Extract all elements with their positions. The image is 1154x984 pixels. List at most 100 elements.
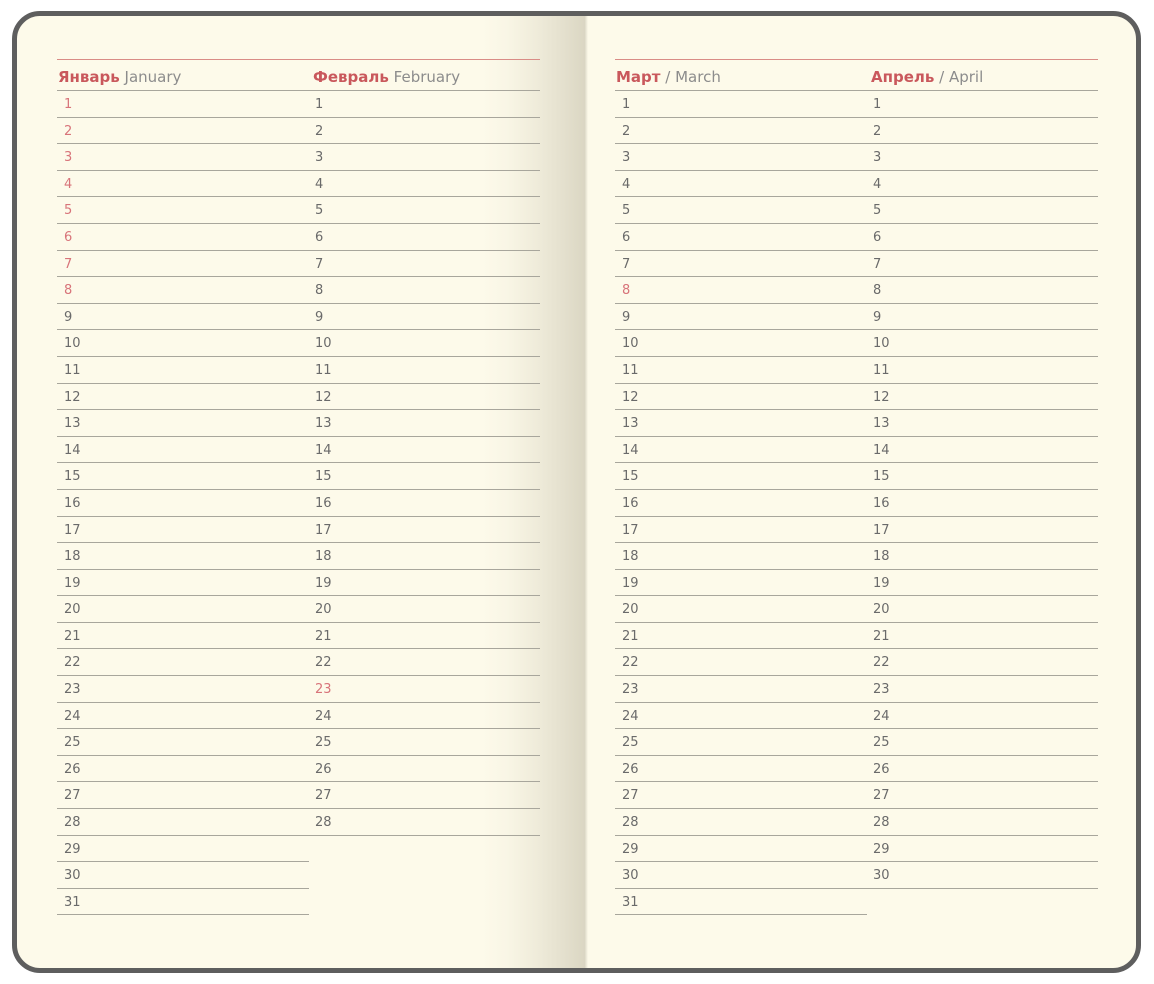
day-row: 9: [57, 304, 309, 331]
day-row: 31: [615, 889, 867, 916]
day-row: 7: [57, 251, 309, 278]
day-row: 26: [615, 756, 867, 783]
day-row: 26: [309, 756, 540, 783]
day-row: 18: [57, 543, 309, 570]
day-row: 19: [615, 570, 867, 597]
month-separator: /: [939, 68, 945, 86]
day-row: 17: [57, 517, 309, 544]
day-row: 14: [57, 437, 309, 464]
day-row: 5: [309, 197, 540, 224]
day-row: 13: [867, 410, 1098, 437]
day-row: 25: [615, 729, 867, 756]
day-row: 29: [57, 836, 309, 863]
day-row: 4: [309, 171, 540, 198]
day-row: 2: [57, 118, 309, 145]
day-list: 1 2 3 4 5 6 7 8 9 10 11 12 13 14 15 16 17 18 19 20 21 22 23 24 2…: [57, 91, 309, 916]
day-row: 11: [309, 357, 540, 384]
month-name-en: February: [393, 68, 461, 86]
left-page: Январь January 1 2 3 4 5 6 7 8 9 10 11 12 13 14 15 16 17…: [57, 16, 540, 968]
month-header: Апрель / April: [867, 60, 1098, 91]
day-row: 5: [867, 197, 1098, 224]
day-row: 2: [309, 118, 540, 145]
day-row: 28: [309, 809, 540, 836]
day-row: 10: [57, 330, 309, 357]
day-row: 7: [867, 251, 1098, 278]
day-row: 12: [615, 384, 867, 411]
day-row: 22: [57, 649, 309, 677]
day-row: 18: [867, 543, 1098, 570]
day-row: 29: [615, 836, 867, 863]
day-row: 11: [615, 357, 867, 384]
day-row: 25: [309, 729, 540, 756]
day-row: 23: [615, 676, 867, 703]
day-row: 10: [867, 330, 1098, 357]
day-row: 17: [309, 517, 540, 544]
day-row: 23: [309, 676, 540, 703]
day-row: 1: [615, 91, 867, 118]
month-header: Февраль February: [309, 60, 540, 91]
day-row: 29: [867, 836, 1098, 863]
day-row: 24: [615, 703, 867, 730]
month-column-february: Февраль February 1 2 3 4 5 6 7 8 9 10 11 12 13 14 15 16…: [309, 60, 540, 836]
month-name-ru: Апрель: [871, 68, 935, 86]
day-row: 17: [867, 517, 1098, 544]
day-list: 1 2 3 4 5 6 7 8 9 10 11 12 13 14 15 16 17 18 19 20 21 22 23 24 2…: [867, 91, 1098, 889]
day-row: 16: [615, 490, 867, 517]
day-row: 25: [57, 729, 309, 756]
day-row: 6: [309, 224, 540, 251]
day-row: 12: [867, 384, 1098, 411]
day-row: 3: [57, 144, 309, 171]
day-row: 26: [867, 756, 1098, 783]
day-row: 18: [615, 543, 867, 570]
day-row: 14: [615, 437, 867, 464]
day-row: 21: [57, 623, 309, 650]
day-row: 20: [309, 596, 540, 623]
month-column-january: Январь January 1 2 3 4 5 6 7 8 9 10 11 12 13 14 15 16 17…: [57, 60, 309, 916]
day-row: 23: [867, 676, 1098, 703]
day-row: 21: [309, 623, 540, 650]
day-row: 3: [867, 144, 1098, 171]
day-row: 31: [57, 889, 309, 916]
month-separator: /: [665, 68, 671, 86]
day-row: 16: [867, 490, 1098, 517]
day-row: 10: [309, 330, 540, 357]
day-row: 27: [57, 782, 309, 810]
day-row: 4: [615, 171, 867, 198]
day-row: 27: [615, 782, 867, 810]
month-column-april: Апрель / April 1 2 3 4 5 6 7 8 9 10 11 12 13 14 15 16 17…: [867, 60, 1098, 889]
day-row: 12: [309, 384, 540, 411]
day-row: 9: [867, 304, 1098, 331]
day-row: 4: [867, 171, 1098, 198]
day-row: 14: [309, 437, 540, 464]
month-column-march: Март / March 1 2 3 4 5 6 7 8 9 10 11 12 13 14 15 16 17 18…: [615, 60, 867, 916]
day-row: 16: [57, 490, 309, 517]
page-fold: [585, 16, 588, 968]
day-row: 18: [309, 543, 540, 570]
day-row: 15: [867, 463, 1098, 490]
day-row: 22: [309, 649, 540, 677]
day-row: 19: [57, 570, 309, 597]
month-name-ru: Март: [616, 68, 661, 86]
day-row: 9: [615, 304, 867, 331]
day-row: 5: [57, 197, 309, 224]
day-row: 27: [867, 782, 1098, 810]
day-list: 1 2 3 4 5 6 7 8 9 10 11 12 13 14 15 16 17 18 19 20 21 22 23 24 2…: [309, 91, 540, 836]
day-row: 6: [615, 224, 867, 251]
month-name-ru: Январь: [58, 68, 120, 86]
day-row: 21: [867, 623, 1098, 650]
day-row: 10: [615, 330, 867, 357]
day-row: 5: [615, 197, 867, 224]
day-row: 13: [57, 410, 309, 437]
day-row: 24: [309, 703, 540, 730]
month-name-en: April: [948, 68, 984, 86]
day-row: 14: [867, 437, 1098, 464]
day-row: 8: [867, 277, 1098, 304]
day-row: 25: [867, 729, 1098, 756]
day-row: 11: [57, 357, 309, 384]
day-row: 8: [309, 277, 540, 304]
day-row: 1: [57, 91, 309, 118]
day-row: 17: [615, 517, 867, 544]
day-row: 3: [309, 144, 540, 171]
day-row: 1: [867, 91, 1098, 118]
day-row: 15: [57, 463, 309, 490]
